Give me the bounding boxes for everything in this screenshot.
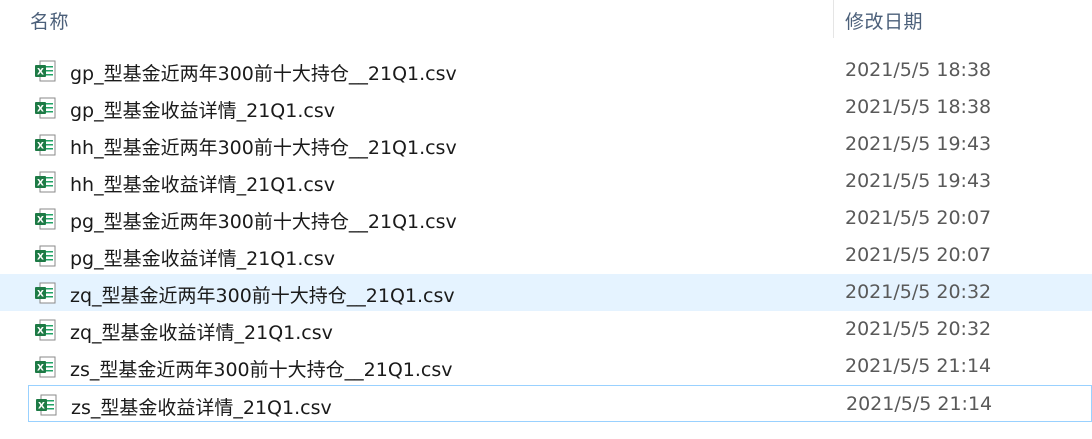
svg-text:X: X [37, 290, 44, 300]
file-date: 2021/5/5 21:14 [846, 393, 993, 415]
svg-text:X: X [37, 179, 44, 189]
excel-csv-icon: X [35, 134, 56, 156]
file-date: 2021/5/5 18:38 [845, 59, 992, 81]
excel-csv-icon: X [35, 208, 56, 230]
excel-csv-icon: X [35, 319, 56, 341]
file-name[interactable]: zq_型基金收益详情_21Q1.csv [70, 318, 333, 345]
file-date: 2021/5/5 20:32 [845, 318, 992, 340]
excel-csv-icon: X [35, 356, 56, 378]
file-row[interactable]: X zs_型基金近两年300前十大持仓__21Q1.csv 2021/5/5 2… [0, 348, 1092, 385]
file-name[interactable]: pg_型基金收益详情_21Q1.csv [70, 244, 335, 271]
date-modified-column-header[interactable]: 修改日期 [845, 7, 923, 34]
excel-csv-icon: X [35, 282, 56, 304]
file-list: X gp_型基金近两年300前十大持仓__21Q1.csv 2021/5/5 1… [0, 52, 1092, 422]
file-date: 2021/5/5 21:14 [845, 355, 992, 377]
excel-csv-icon: X [36, 394, 57, 416]
file-row[interactable]: X gp_型基金近两年300前十大持仓__21Q1.csv 2021/5/5 1… [0, 52, 1092, 89]
excel-csv-icon: X [35, 245, 56, 267]
svg-text:X: X [37, 253, 44, 263]
file-date: 2021/5/5 20:07 [845, 244, 992, 266]
svg-text:X: X [38, 402, 45, 412]
file-row[interactable]: X gp_型基金收益详情_21Q1.csv 2021/5/5 18:38 [0, 89, 1092, 126]
file-row[interactable]: X hh_型基金收益详情_21Q1.csv 2021/5/5 19:43 [0, 163, 1092, 200]
svg-text:X: X [37, 142, 44, 152]
file-name[interactable]: gp_型基金近两年300前十大持仓__21Q1.csv [70, 59, 457, 86]
excel-csv-icon: X [35, 171, 56, 193]
svg-text:X: X [37, 105, 44, 115]
file-date: 2021/5/5 18:38 [845, 96, 992, 118]
file-row[interactable]: X pg_型基金近两年300前十大持仓__21Q1.csv 2021/5/5 2… [0, 200, 1092, 237]
column-divider[interactable] [833, 0, 834, 38]
file-name[interactable]: zs_型基金收益详情_21Q1.csv [71, 393, 332, 420]
file-name[interactable]: pg_型基金近两年300前十大持仓__21Q1.csv [70, 207, 457, 234]
file-row[interactable]: X hh_型基金近两年300前十大持仓__21Q1.csv 2021/5/5 1… [0, 126, 1092, 163]
file-name[interactable]: zs_型基金近两年300前十大持仓__21Q1.csv [70, 355, 453, 382]
svg-text:X: X [37, 327, 44, 337]
file-date: 2021/5/5 20:07 [845, 207, 992, 229]
svg-text:X: X [37, 68, 44, 78]
file-date: 2021/5/5 19:43 [845, 170, 992, 192]
file-date: 2021/5/5 19:43 [845, 133, 992, 155]
file-row-focused[interactable]: X zs_型基金收益详情_21Q1.csv 2021/5/5 21:14 [28, 385, 1092, 422]
file-date: 2021/5/5 20:32 [845, 281, 992, 303]
column-header: 名称 修改日期 [0, 0, 1092, 38]
excel-csv-icon: X [35, 97, 56, 119]
file-row-hovered[interactable]: X zq_型基金近两年300前十大持仓__21Q1.csv 2021/5/5 2… [0, 274, 1092, 311]
file-row[interactable]: X pg_型基金收益详情_21Q1.csv 2021/5/5 20:07 [0, 237, 1092, 274]
svg-text:X: X [37, 364, 44, 374]
name-column-header[interactable]: 名称 [30, 7, 69, 34]
file-name[interactable]: hh_型基金近两年300前十大持仓__21Q1.csv [70, 133, 457, 160]
file-row[interactable]: X zq_型基金收益详情_21Q1.csv 2021/5/5 20:32 [0, 311, 1092, 348]
excel-csv-icon: X [35, 60, 56, 82]
file-explorer: 名称 修改日期 X gp_型基金近两年300前十大持仓__21Q1.csv 20… [0, 0, 1092, 439]
file-name[interactable]: gp_型基金收益详情_21Q1.csv [70, 96, 335, 123]
file-name[interactable]: hh_型基金收益详情_21Q1.csv [70, 170, 335, 197]
file-name[interactable]: zq_型基金近两年300前十大持仓__21Q1.csv [70, 281, 455, 308]
svg-text:X: X [37, 216, 44, 226]
